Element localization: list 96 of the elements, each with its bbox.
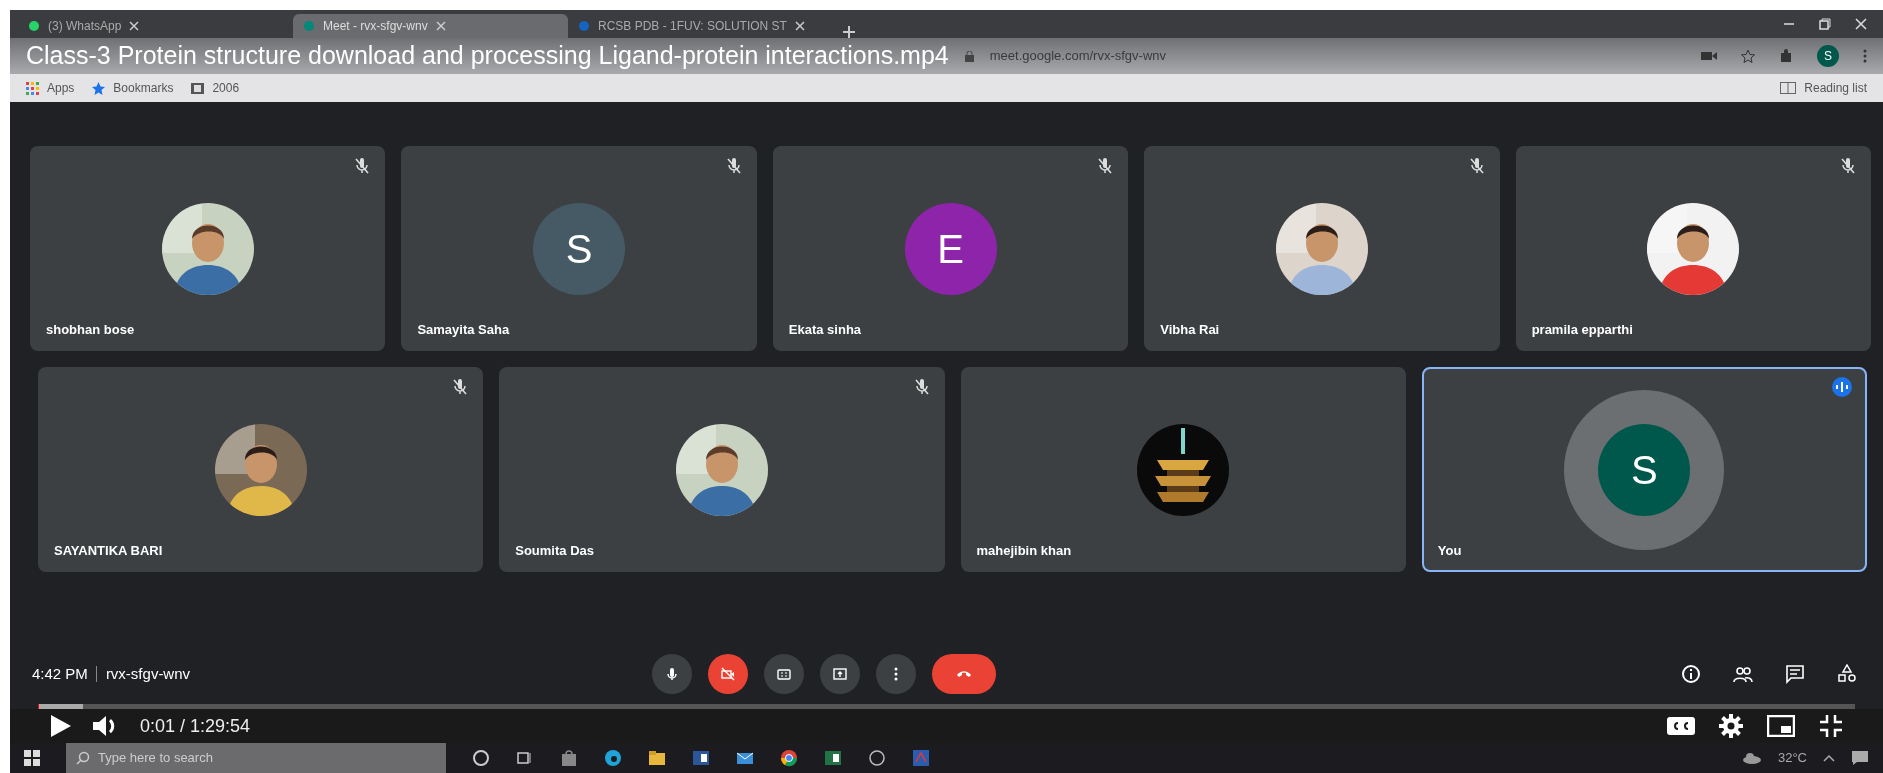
restore-icon[interactable] — [1819, 18, 1831, 30]
participant-name: shobhan bose — [46, 320, 135, 339]
camera-icon[interactable] — [1701, 51, 1717, 61]
participant-name: mahejibin khan — [976, 541, 1072, 560]
audio-level-icon — [1829, 377, 1855, 397]
menu-icon[interactable] — [1863, 49, 1867, 63]
captions-icon — [777, 667, 791, 681]
exit-fullscreen-icon — [1819, 714, 1843, 738]
notification-icon[interactable] — [1851, 750, 1869, 766]
miniplayer-button[interactable] — [1767, 715, 1795, 737]
exit-fullscreen-button[interactable] — [1819, 714, 1843, 738]
video-time: 0:01 / 1:29:54 — [140, 714, 251, 738]
temperature: 32°C — [1777, 749, 1807, 768]
mic-icon — [665, 667, 679, 681]
close-icon[interactable] — [129, 21, 140, 31]
participant-name: You — [1437, 541, 1462, 560]
end-call-button[interactable] — [932, 654, 996, 694]
divider-line-icon — [95, 666, 98, 682]
bookmark-link[interactable]: Apps — [47, 79, 75, 97]
lock-icon — [964, 50, 974, 62]
reading-list-icon — [1780, 82, 1797, 94]
bookmark-link[interactable]: Bookmarks — [113, 79, 174, 97]
cad-app-icon[interactable] — [912, 749, 930, 767]
chevron-up-icon[interactable] — [1823, 754, 1835, 762]
browser-tab[interactable]: Meet - rvx-sfgv-wnv — [293, 14, 568, 38]
windows-start-icon[interactable] — [24, 750, 40, 766]
miniplayer-icon — [1767, 715, 1795, 737]
word-icon[interactable] — [692, 749, 710, 767]
cortana-icon[interactable] — [472, 749, 490, 767]
participant-name: Ekata sinha — [788, 320, 862, 339]
search-icon — [76, 751, 90, 765]
settings-icon — [1719, 714, 1743, 738]
camera-off-icon — [721, 667, 735, 681]
tab-favicon-icon — [578, 20, 590, 32]
mic-muted-icon — [914, 379, 929, 395]
store-icon[interactable] — [560, 749, 578, 767]
tab-favicon-icon — [303, 20, 315, 32]
shapes-icon — [1837, 664, 1857, 684]
cc-icon — [1667, 715, 1695, 737]
participant-name: Samayita Saha — [417, 320, 510, 339]
browser-tab[interactable]: (3) WhatsApp — [18, 14, 293, 38]
mic-muted-icon — [453, 379, 468, 395]
folder-icon[interactable] — [648, 749, 666, 767]
mic-muted-icon — [726, 158, 741, 174]
meeting-code: rvx-sfgv-wnv — [105, 663, 191, 684]
task-view-icon[interactable] — [516, 749, 534, 767]
meeting-time: 4:42 PM — [32, 663, 88, 684]
edge-icon[interactable] — [604, 749, 622, 767]
mic-muted-icon — [355, 158, 370, 174]
browser-tab[interactable]: RCSB PDB - 1FUV: SOLUTION ST — [568, 14, 843, 38]
video-title: Class-3 Protein structure download and processing Ligand-protein interactions.mp4 — [26, 40, 949, 72]
reading-list-link[interactable]: Reading list — [1804, 79, 1867, 97]
close-icon[interactable] — [794, 21, 805, 31]
camera-button[interactable] — [708, 654, 748, 694]
mic-muted-icon — [1841, 158, 1856, 174]
captions-button[interactable] — [1667, 715, 1695, 737]
taskbar-search-field[interactable]: Type here to search — [66, 743, 446, 773]
mic-muted-icon — [1098, 158, 1113, 174]
mic-muted-icon — [1469, 158, 1484, 174]
participant-name: Soumita Das — [515, 541, 594, 560]
chat-icon — [1785, 664, 1805, 684]
chrome-icon[interactable] — [780, 749, 798, 767]
star-icon[interactable] — [1741, 49, 1755, 63]
apps-grid-icon — [26, 81, 39, 95]
puzzle-icon[interactable] — [1779, 49, 1793, 63]
participant-name: pramila epparthi — [1531, 320, 1633, 339]
present-button[interactable] — [820, 654, 860, 694]
avatar: E — [904, 202, 997, 295]
address-bar[interactable]: meet.google.com/rvx-sfgv-wnv — [989, 46, 1166, 66]
new-tab-icon[interactable] — [843, 26, 855, 38]
photo-thumbnail-icon — [191, 81, 205, 95]
play-icon — [50, 714, 72, 738]
play-button[interactable] — [50, 714, 72, 738]
settings-button[interactable] — [1719, 714, 1743, 738]
bookmark-link[interactable]: 2006 — [212, 79, 240, 97]
mic-button[interactable] — [652, 654, 692, 694]
captions-button[interactable] — [764, 654, 804, 694]
avatar: S — [1598, 423, 1691, 516]
cloud-icon — [1741, 752, 1762, 764]
profile-avatar[interactable]: S — [1817, 45, 1839, 67]
info-icon — [1681, 664, 1701, 684]
star-icon — [92, 81, 106, 95]
tab-title: Meet - rvx-sfgv-wnv — [323, 18, 428, 35]
close-icon[interactable] — [1855, 18, 1867, 30]
present-icon — [833, 667, 847, 681]
participant-name: SAYANTIKA BARI — [54, 541, 163, 560]
more-options-button[interactable] — [876, 654, 916, 694]
tab-title: (3) WhatsApp — [48, 18, 122, 35]
tab-title: RCSB PDB - 1FUV: SOLUTION ST — [598, 18, 787, 35]
avatar: S — [533, 202, 626, 295]
circle-app-icon[interactable] — [868, 749, 886, 767]
people-icon — [1733, 664, 1753, 684]
progress-track[interactable] — [38, 704, 1855, 709]
participant-name: Vibha Rai — [1160, 320, 1220, 339]
tab-favicon-icon — [28, 20, 40, 32]
excel-icon[interactable] — [824, 749, 842, 767]
